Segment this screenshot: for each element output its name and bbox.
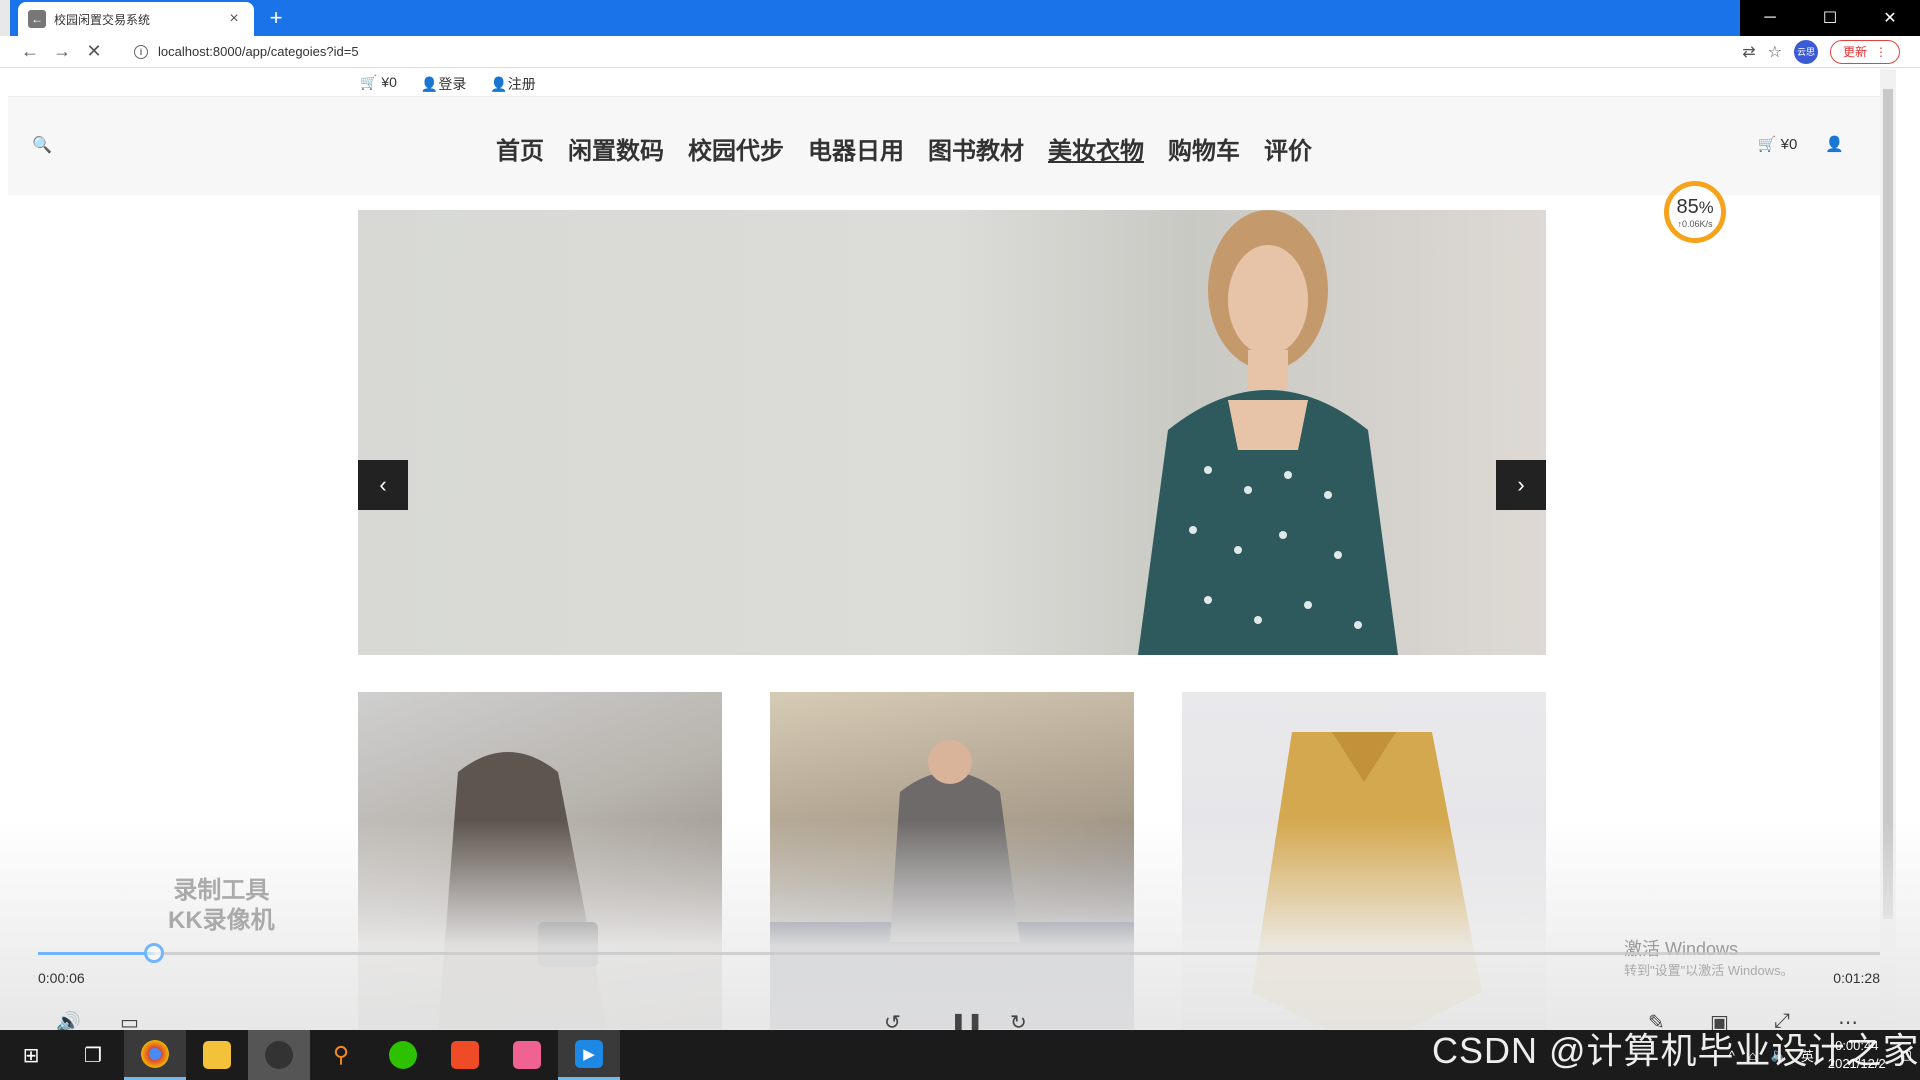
minimize-button[interactable]: ─ bbox=[1740, 0, 1800, 36]
taskbar-file-explorer[interactable] bbox=[186, 1030, 248, 1080]
forward-button[interactable]: → bbox=[46, 36, 78, 68]
nav-transport[interactable]: 校园代步 bbox=[688, 131, 784, 166]
url-text: localhost:8000/app/categoies?id=5 bbox=[158, 44, 359, 59]
new-tab-button[interactable]: + bbox=[264, 6, 288, 30]
taskbar-media-player[interactable]: ▶ bbox=[558, 1030, 620, 1080]
start-button[interactable]: ⊞ bbox=[0, 1030, 62, 1080]
media-player-icon: ▶ bbox=[575, 1039, 603, 1068]
navbar-cart-link[interactable]: 🛒 ¥0 bbox=[1758, 135, 1798, 153]
wechat-icon bbox=[389, 1041, 417, 1069]
nav-books[interactable]: 图书教材 bbox=[928, 131, 1024, 166]
profile-avatar[interactable]: 云思 bbox=[1793, 39, 1818, 64]
nav-cart[interactable]: 购物车 bbox=[1168, 131, 1240, 166]
carousel-prev-button[interactable]: ‹ bbox=[358, 460, 408, 510]
topbar-cart-amount: ¥0 bbox=[381, 74, 397, 90]
register-label: 注册 bbox=[507, 76, 536, 92]
site-topbar: 🛒 ¥0 👤登录 👤注册 bbox=[8, 69, 1880, 97]
recorder-app-icon bbox=[265, 1041, 293, 1069]
more-menu-icon: ⋮ bbox=[1875, 44, 1887, 59]
maximize-button[interactable]: ☐ bbox=[1800, 0, 1860, 36]
nav-digital[interactable]: 闲置数码 bbox=[568, 131, 664, 166]
watermark-line1: 录制工具 bbox=[173, 877, 270, 904]
hero-carousel: ‹ › bbox=[358, 210, 1546, 655]
user-icon: 👤 bbox=[420, 76, 439, 92]
recorder-watermark: 录制工具 KK录像机 bbox=[168, 876, 275, 936]
site-info-icon[interactable]: i bbox=[134, 44, 148, 59]
speed-rate: ↑0.06K/s bbox=[1677, 218, 1713, 229]
navbar-cart-amount: ¥0 bbox=[1780, 136, 1798, 153]
banner-model-image bbox=[1138, 210, 1398, 655]
navbar-right: 🛒 ¥0 👤 bbox=[1758, 135, 1844, 153]
tab-close-icon[interactable]: × bbox=[224, 10, 244, 28]
chevron-left-icon: ‹ bbox=[379, 472, 387, 497]
window-controls: ─ ☐ ✕ bbox=[1740, 0, 1920, 36]
browser-titlebar: ← 校园闲置交易系统 × + ─ ☐ ✕ bbox=[0, 0, 1920, 36]
task-view-button[interactable]: ❐ bbox=[62, 1030, 124, 1080]
taskbar-recorder[interactable] bbox=[248, 1030, 310, 1080]
speed-percent-value: 85 bbox=[1676, 195, 1699, 218]
windows-activation-notice: 激活 Windows 转到"设置"以激活 Windows。 bbox=[1624, 938, 1794, 982]
category-menu: 首页 闲置数码 校园代步 电器日用 图书教材 美妆衣物 购物车 评价 bbox=[496, 131, 1312, 166]
taskbar-app-pink[interactable] bbox=[496, 1030, 558, 1080]
taskbar-app-red[interactable] bbox=[434, 1030, 496, 1080]
update-button[interactable]: 更新 ⋮ bbox=[1829, 39, 1900, 64]
back-button[interactable]: ← bbox=[14, 36, 46, 68]
cart-icon: 🛒 bbox=[360, 74, 378, 90]
url-field[interactable]: i localhost:8000/app/categoies?id=5 bbox=[134, 39, 1742, 65]
search-icon[interactable]: 🔍 bbox=[32, 135, 52, 155]
account-icon[interactable]: 👤 bbox=[1825, 135, 1844, 153]
close-window-button[interactable]: ✕ bbox=[1860, 0, 1920, 36]
nav-appliances[interactable]: 电器日用 bbox=[808, 131, 904, 166]
windows-logo-icon: ⊞ bbox=[22, 1044, 40, 1067]
address-bar-actions: ⇄ ☆ 云思 更新 ⋮ bbox=[1742, 39, 1920, 64]
address-bar: ← → ✕ i localhost:8000/app/categoies?id=… bbox=[0, 36, 1920, 68]
login-link[interactable]: 👤登录 bbox=[421, 74, 466, 94]
topbar-cart-link[interactable]: 🛒 ¥0 bbox=[360, 74, 397, 94]
activate-title: 激活 Windows bbox=[1624, 939, 1739, 959]
update-label: 更新 bbox=[1842, 45, 1867, 59]
chrome-icon bbox=[141, 1039, 169, 1068]
network-speed-widget[interactable]: 85% ↑0.06K/s bbox=[1664, 181, 1726, 243]
folder-icon bbox=[203, 1041, 231, 1069]
tab-title: 校园闲置交易系统 bbox=[54, 12, 151, 27]
login-label: 登录 bbox=[438, 76, 467, 92]
task-view-icon: ❐ bbox=[84, 1044, 102, 1067]
video-progress-fill bbox=[38, 952, 155, 955]
browser-tab[interactable]: ← 校园闲置交易系统 × bbox=[18, 2, 254, 36]
user-icon: 👤 bbox=[490, 76, 508, 92]
activate-subtitle: 转到"设置"以激活 Windows。 bbox=[1624, 963, 1794, 978]
back-arrow-favicon-icon: ← bbox=[28, 10, 46, 28]
scrollbar-thumb[interactable] bbox=[1883, 89, 1893, 919]
bookmark-star-icon[interactable]: ☆ bbox=[1768, 42, 1782, 62]
current-time: 0:00:06 bbox=[38, 970, 85, 986]
taskbar-search-app[interactable]: ⚲ bbox=[310, 1030, 372, 1080]
taskbar-wechat[interactable] bbox=[372, 1030, 434, 1080]
pink-app-icon bbox=[513, 1041, 541, 1069]
chevron-right-icon: › bbox=[1517, 472, 1525, 497]
csdn-watermark: CSDN @计算机毕业设计之家 bbox=[1432, 1030, 1920, 1071]
watermark-line2: KK录像机 bbox=[168, 907, 275, 934]
translate-icon[interactable]: ⇄ bbox=[1742, 42, 1755, 62]
register-link[interactable]: 👤注册 bbox=[490, 74, 535, 94]
speed-percent-unit: % bbox=[1698, 197, 1714, 217]
nav-reviews[interactable]: 评价 bbox=[1264, 131, 1312, 166]
video-progress-bar[interactable] bbox=[38, 943, 1880, 963]
video-player-controls: 录制工具 KK录像机 激活 Windows 转到"设置"以激活 Windows。… bbox=[0, 820, 1920, 1034]
speed-percent: 85% bbox=[1676, 196, 1713, 219]
nav-beauty-clothing[interactable]: 美妆衣物 bbox=[1048, 131, 1144, 166]
red-app-icon bbox=[451, 1041, 479, 1069]
topbar-links: 🛒 ¥0 👤登录 👤注册 bbox=[360, 74, 536, 94]
magnifier-app-icon: ⚲ bbox=[332, 1042, 350, 1067]
total-time: 0:01:28 bbox=[1833, 970, 1880, 986]
nav-home[interactable]: 首页 bbox=[496, 131, 544, 166]
taskbar-chrome[interactable] bbox=[124, 1030, 186, 1080]
carousel-next-button[interactable]: › bbox=[1496, 460, 1546, 510]
stop-loading-button[interactable]: ✕ bbox=[78, 36, 110, 68]
cart-icon: 🛒 bbox=[1757, 136, 1777, 153]
video-progress-knob[interactable] bbox=[144, 943, 165, 963]
titlebar-edge bbox=[0, 0, 10, 36]
main-navbar: 🔍 首页 闲置数码 校园代步 电器日用 图书教材 美妆衣物 购物车 评价 🛒 ¥… bbox=[8, 97, 1880, 195]
